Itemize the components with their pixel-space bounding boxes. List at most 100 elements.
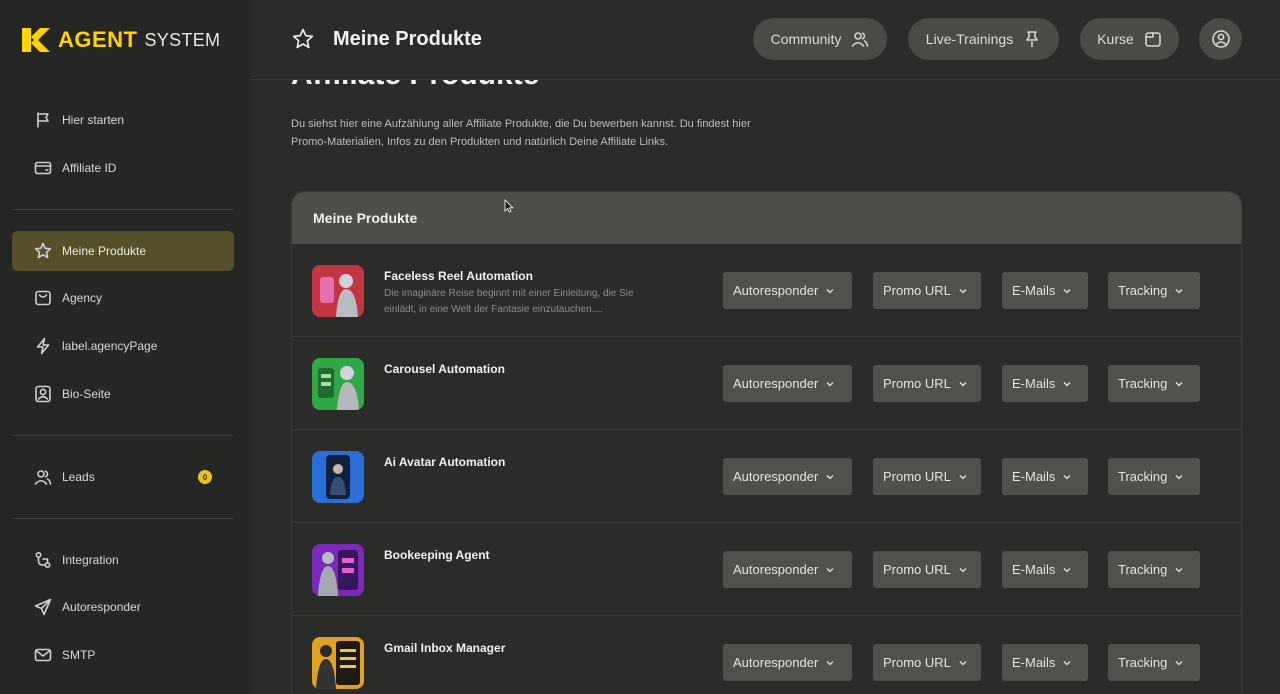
product-row: Ai Avatar Automation Autoresponder Promo… bbox=[292, 430, 1241, 523]
dropdown-label: E-Mails bbox=[1012, 283, 1056, 298]
sidebar-item-label: Autoresponder bbox=[62, 600, 141, 614]
sidebar-item-leads[interactable]: Leads 0 bbox=[12, 457, 234, 497]
sidebar-item-autoresponder[interactable]: Autoresponder bbox=[12, 587, 234, 627]
sidebar-item-agency-page[interactable]: label.agencyPage bbox=[12, 326, 234, 366]
chevron-down-icon bbox=[826, 381, 834, 387]
dropdown-label: E-Mails bbox=[1012, 562, 1056, 577]
product-row: Faceless Reel Automation Die imaginäre R… bbox=[292, 244, 1241, 337]
promo-url-dropdown[interactable]: Promo URL bbox=[873, 365, 981, 402]
chevron-down-icon bbox=[1175, 381, 1183, 387]
sidebar-item-integration[interactable]: Integration bbox=[12, 540, 234, 580]
sidebar-item-label: label.agencyPage bbox=[62, 339, 158, 353]
autoresponder-dropdown[interactable]: Autoresponder bbox=[723, 458, 852, 495]
profile-icon bbox=[34, 385, 52, 403]
sidebar-divider bbox=[12, 435, 233, 436]
emails-dropdown[interactable]: E-Mails bbox=[1002, 272, 1088, 309]
tracking-dropdown[interactable]: Tracking bbox=[1108, 458, 1200, 495]
chevron-down-icon bbox=[959, 381, 967, 387]
integration-icon bbox=[34, 551, 52, 569]
promo-url-dropdown[interactable]: Promo URL bbox=[873, 458, 981, 495]
dropdown-label: Promo URL bbox=[883, 469, 951, 484]
autoresponder-dropdown[interactable]: Autoresponder bbox=[723, 365, 852, 402]
page-title-group: Meine Produkte bbox=[291, 27, 482, 51]
user-avatar-button[interactable] bbox=[1199, 18, 1242, 60]
tracking-dropdown[interactable]: Tracking bbox=[1108, 551, 1200, 588]
emails-dropdown[interactable]: E-Mails bbox=[1002, 644, 1088, 681]
product-row: Carousel Automation Autoresponder Promo … bbox=[292, 337, 1241, 430]
products-card-title: Meine Produkte bbox=[292, 192, 1241, 244]
live-trainings-button-label: Live-Trainings bbox=[925, 31, 1014, 47]
dropdown-label: Tracking bbox=[1118, 469, 1168, 484]
sidebar-item-affiliate-id[interactable]: Affiliate ID bbox=[12, 148, 234, 188]
main-content: Affiliate Produkte Du siehst hier eine A… bbox=[251, 0, 1280, 694]
top-header: Meine Produkte Community Live-Trainings … bbox=[251, 0, 1280, 80]
send-icon bbox=[34, 598, 52, 616]
promo-url-dropdown[interactable]: Promo URL bbox=[873, 644, 981, 681]
sidebar-item-bio-seite[interactable]: Bio-Seite bbox=[12, 374, 234, 414]
product-thumbnail[interactable] bbox=[312, 544, 364, 596]
product-row: Gmail Inbox Manager Autoresponder Promo … bbox=[292, 616, 1241, 694]
sidebar-item-label: Meine Produkte bbox=[62, 244, 147, 258]
brand-logo[interactable]: AGENT SYSTEM bbox=[20, 26, 220, 54]
product-name[interactable]: Ai Avatar Automation bbox=[384, 455, 505, 469]
promo-url-dropdown[interactable]: Promo URL bbox=[873, 272, 981, 309]
card-icon bbox=[34, 159, 52, 177]
product-name[interactable]: Faceless Reel Automation bbox=[384, 269, 533, 283]
community-button[interactable]: Community bbox=[753, 18, 887, 60]
dropdown-label: Tracking bbox=[1118, 376, 1168, 391]
chevron-down-icon bbox=[1063, 660, 1071, 666]
dropdown-label: E-Mails bbox=[1012, 655, 1056, 670]
product-name[interactable]: Carousel Automation bbox=[384, 362, 505, 376]
dropdown-label: Tracking bbox=[1118, 283, 1168, 298]
promo-url-dropdown[interactable]: Promo URL bbox=[873, 551, 981, 588]
product-thumbnail[interactable] bbox=[312, 451, 364, 503]
sidebar-divider bbox=[12, 518, 233, 519]
dropdown-label: Autoresponder bbox=[733, 469, 819, 484]
product-name[interactable]: Bookeeping Agent bbox=[384, 548, 490, 562]
tracking-dropdown[interactable]: Tracking bbox=[1108, 365, 1200, 402]
chevron-down-icon bbox=[1175, 567, 1183, 573]
sidebar-item-meine-produkte[interactable]: Meine Produkte bbox=[12, 231, 234, 271]
users-icon bbox=[34, 468, 52, 486]
emails-dropdown[interactable]: E-Mails bbox=[1002, 551, 1088, 588]
chevron-down-icon bbox=[1063, 567, 1071, 573]
product-thumbnail[interactable] bbox=[312, 637, 364, 689]
community-button-label: Community bbox=[770, 31, 842, 47]
logo-agent-text: AGENT bbox=[58, 27, 138, 52]
page-title: Meine Produkte bbox=[333, 27, 482, 50]
product-row: Bookeeping Agent Autoresponder Promo URL… bbox=[292, 523, 1241, 616]
emails-dropdown[interactable]: E-Mails bbox=[1002, 365, 1088, 402]
sidebar-item-smtp[interactable]: SMTP bbox=[12, 635, 234, 675]
folder-icon bbox=[1144, 32, 1161, 47]
sidebar-item-label: Integration bbox=[62, 553, 119, 567]
product-thumbnail[interactable] bbox=[312, 358, 364, 410]
autoresponder-dropdown[interactable]: Autoresponder bbox=[723, 644, 852, 681]
live-trainings-button[interactable]: Live-Trainings bbox=[908, 18, 1059, 60]
sidebar-item-label: Bio-Seite bbox=[62, 387, 111, 401]
autoresponder-dropdown[interactable]: Autoresponder bbox=[723, 551, 852, 588]
star-icon bbox=[34, 242, 52, 260]
products-card: Meine Produkte Faceless Reel Automation … bbox=[291, 191, 1242, 694]
chevron-down-icon bbox=[959, 474, 967, 480]
tracking-dropdown[interactable]: Tracking bbox=[1108, 644, 1200, 681]
chevron-down-icon bbox=[1063, 381, 1071, 387]
dropdown-label: Tracking bbox=[1118, 562, 1168, 577]
emails-dropdown[interactable]: E-Mails bbox=[1002, 458, 1088, 495]
tracking-dropdown[interactable]: Tracking bbox=[1108, 272, 1200, 309]
chevron-down-icon bbox=[959, 288, 967, 294]
star-icon[interactable] bbox=[291, 27, 315, 51]
dropdown-label: Promo URL bbox=[883, 562, 951, 577]
kurse-button[interactable]: Kurse bbox=[1080, 18, 1179, 60]
product-thumbnail[interactable] bbox=[312, 265, 364, 317]
sidebar-item-hier-starten[interactable]: Hier starten bbox=[12, 100, 234, 140]
product-name[interactable]: Gmail Inbox Manager bbox=[384, 641, 505, 655]
logo-system-text: SYSTEM bbox=[144, 29, 221, 50]
intro-text: Du siehst hier eine Aufzählung aller Aff… bbox=[291, 118, 751, 148]
dropdown-label: Tracking bbox=[1118, 655, 1168, 670]
chevron-down-icon bbox=[1063, 288, 1071, 294]
sidebar-item-agency[interactable]: Agency bbox=[12, 278, 234, 318]
pin-icon bbox=[1026, 31, 1039, 48]
autoresponder-dropdown[interactable]: Autoresponder bbox=[723, 272, 852, 309]
dropdown-label: E-Mails bbox=[1012, 469, 1056, 484]
sidebar-item-label: Agency bbox=[62, 291, 103, 305]
